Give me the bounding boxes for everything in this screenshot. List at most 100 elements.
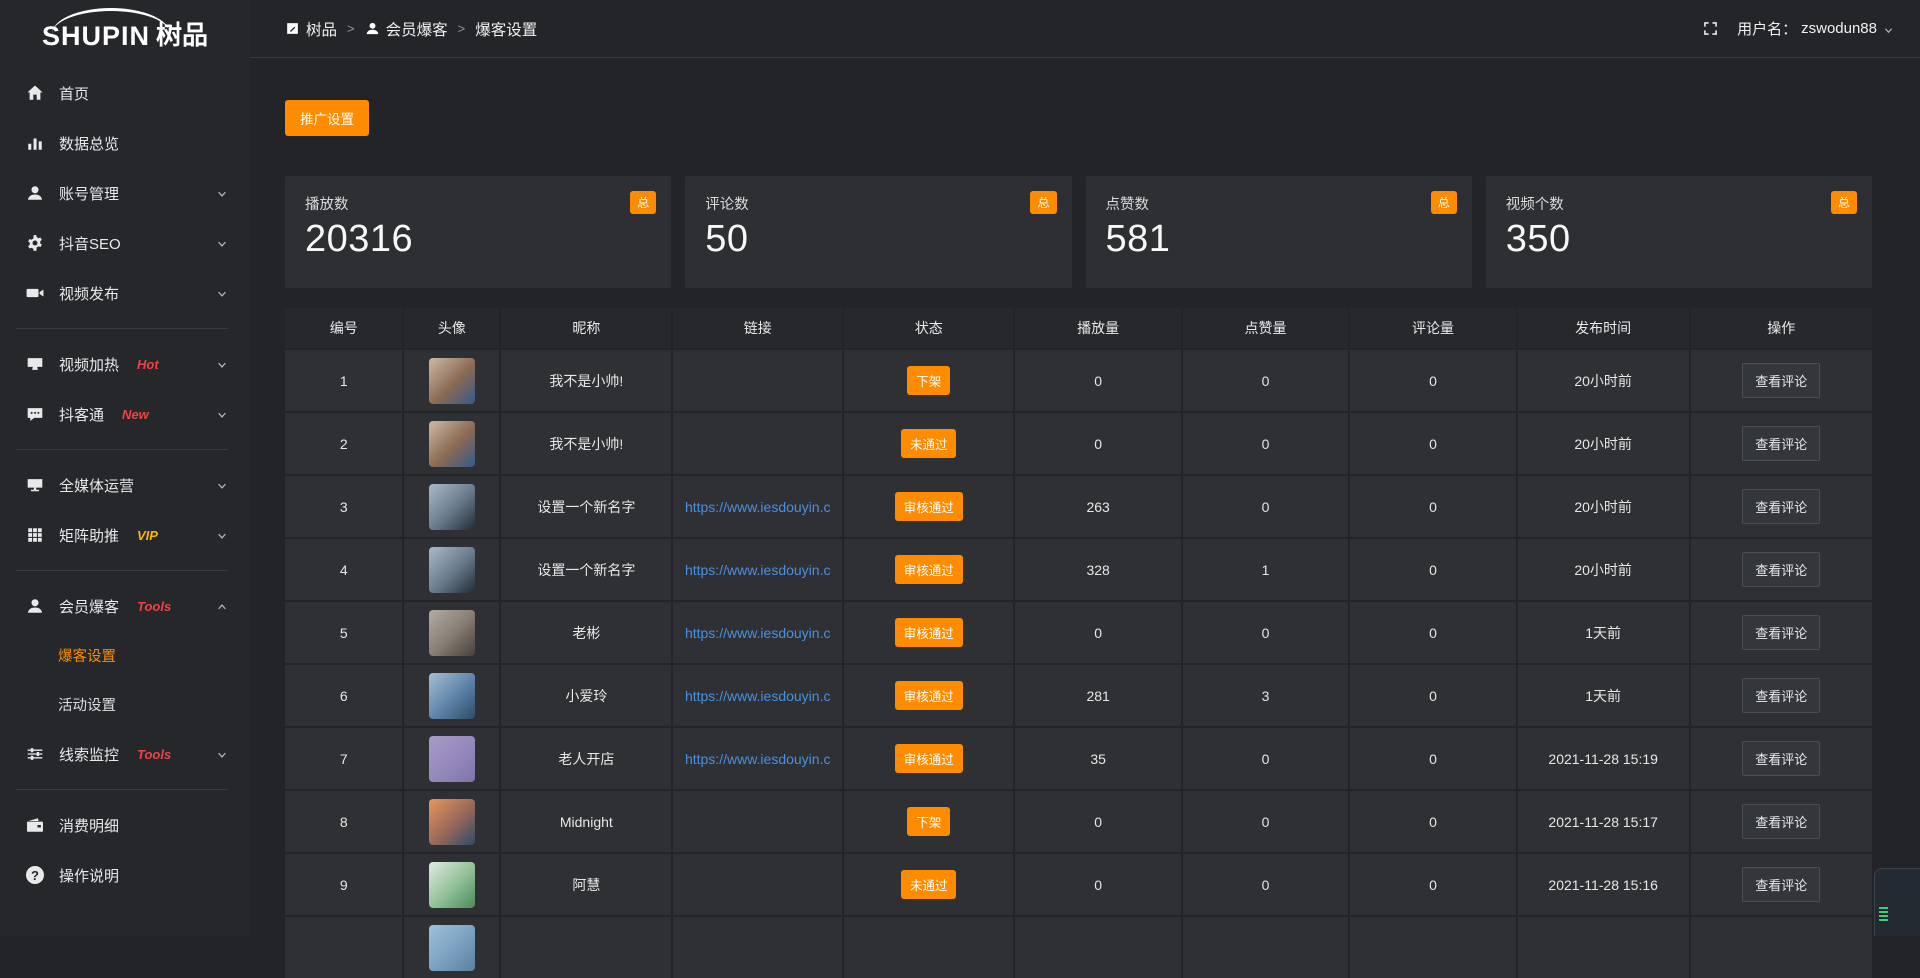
comments-cell: 0 [1348,411,1515,474]
status-cell: 审核通过 [842,474,1013,537]
fullscreen-icon[interactable] [1702,20,1719,37]
view-comments-button[interactable]: 查看评论 [1742,678,1820,713]
status-cell: 下架 [842,789,1013,852]
likes: 0 [1262,814,1270,830]
publish-time-cell: 1天前 [1516,663,1689,726]
nickname-cell: 老彬 [499,600,671,663]
likes: 3 [1262,688,1270,704]
breadcrumb-item-1[interactable]: 会员爆客 [365,18,448,40]
plays-cell: 0 [1013,348,1180,411]
view-comments-button[interactable]: 查看评论 [1742,552,1820,587]
avatar [429,358,475,404]
comments: 0 [1429,562,1437,578]
likes-cell [1181,915,1348,978]
status-badge: 审核通过 [895,681,963,710]
profile-link[interactable]: https://www.iesdouyin.c [673,562,842,578]
column-header-6: 点赞量 [1181,308,1348,348]
view-comments-button[interactable]: 查看评论 [1742,741,1820,776]
sidebar-item-12[interactable]: 会员爆客Tools [0,581,250,631]
column-header-5: 播放量 [1013,308,1180,348]
row-id: 6 [340,688,348,704]
plays: 328 [1086,562,1109,578]
view-comments-button[interactable]: 查看评论 [1742,867,1820,902]
sidebar-item-4[interactable]: 视频发布 [0,268,250,318]
plays: 0 [1094,373,1102,389]
sidebar-item-label: 首页 [59,83,89,104]
status-cell: 审核通过 [842,726,1013,789]
sidebar-item-1[interactable]: 数据总览 [0,118,250,168]
sidebar-divider [16,570,228,571]
gear-icon [26,234,44,252]
avatar [429,736,475,782]
column-header-4: 状态 [842,308,1013,348]
publish-time: 1天前 [1585,623,1621,643]
row-id: 3 [340,499,348,515]
stat-card-total-badge: 总 [630,191,656,214]
link-cell [671,411,842,474]
sidebar-item-2[interactable]: 账号管理 [0,168,250,218]
nickname: 设置一个新名字 [537,560,635,580]
avatar [429,673,475,719]
column-header-7: 评论量 [1348,308,1515,348]
profile-link[interactable]: https://www.iesdouyin.c [673,625,842,641]
sidebar-item-13[interactable]: 线索监控Tools [0,729,250,779]
avatar-cell [402,474,499,537]
comments: 0 [1429,877,1437,893]
view-comments-button[interactable]: 查看评论 [1742,615,1820,650]
sidebar-item-6[interactable]: 视频加热Hot [0,339,250,389]
status-badge: 审核通过 [895,555,963,584]
view-comments-button[interactable]: 查看评论 [1742,426,1820,461]
plays-cell: 35 [1013,726,1180,789]
column-header-1: 头像 [402,308,499,348]
profile-link[interactable]: https://www.iesdouyin.c [673,751,842,767]
sidebar-item-0[interactable]: 首页 [0,68,250,118]
user-menu[interactable]: 用户名：zswodun88 [1737,18,1894,39]
action-cell: 查看评论 [1689,474,1872,537]
view-comments-button[interactable]: 查看评论 [1742,804,1820,839]
status-badge: 未通过 [901,870,957,899]
sidebar-item-16[interactable]: ?操作说明 [0,850,250,900]
publish-time: 1天前 [1585,686,1621,706]
likes-cell: 0 [1181,474,1348,537]
publish-time: 20小时前 [1574,434,1632,454]
avatar-cell [402,915,499,978]
comments-cell: 0 [1348,726,1515,789]
sidebar-item-3[interactable]: 抖音SEO [0,218,250,268]
stat-card-value: 50 [705,218,1051,261]
plays-cell: 328 [1013,537,1180,600]
profile-link[interactable]: https://www.iesdouyin.c [673,688,842,704]
plays-cell: 263 [1013,474,1180,537]
breadcrumb-item-0[interactable]: 树品 [285,18,337,40]
publish-time: 20小时前 [1574,560,1632,580]
tv-icon [26,355,44,373]
status-badge: 审核通过 [895,744,963,773]
chevron-down-icon [216,748,228,760]
breadcrumb: 树品>会员爆客>爆客设置 [285,18,537,40]
view-comments-button[interactable]: 查看评论 [1742,363,1820,398]
floating-widget[interactable] [1874,868,1920,936]
comments: 0 [1429,499,1437,515]
sidebar-item-10[interactable]: 矩阵助推VIP [0,510,250,560]
likes: 0 [1262,436,1270,452]
plays: 263 [1086,499,1109,515]
avatar-cell [402,789,499,852]
chevron-up-icon [216,600,228,612]
plays: 0 [1094,436,1102,452]
sidebar-subitem-0[interactable]: 爆客设置 [0,631,250,680]
publish-time-cell: 20小时前 [1516,474,1689,537]
publish-time-cell: 2021-11-28 15:16 [1516,852,1689,915]
promo-settings-button[interactable]: 推广设置 [285,100,369,136]
breadcrumb-item-2[interactable]: 爆客设置 [475,18,537,40]
view-comments-button[interactable]: 查看评论 [1742,489,1820,524]
sidebar-item-7[interactable]: 抖客通New [0,389,250,439]
row-id-cell: 4 [285,537,402,600]
sidebar-subitem-1[interactable]: 活动设置 [0,680,250,729]
profile-link[interactable]: https://www.iesdouyin.c [673,499,842,515]
app-logo[interactable]: SHUPIN 树品 [0,0,250,58]
sidebar-item-9[interactable]: 全媒体运营 [0,460,250,510]
avatar [429,421,475,467]
chevron-down-icon [216,237,228,249]
sidebar-item-15[interactable]: 消费明细 [0,800,250,850]
row-id-cell: 3 [285,474,402,537]
comments: 0 [1429,814,1437,830]
